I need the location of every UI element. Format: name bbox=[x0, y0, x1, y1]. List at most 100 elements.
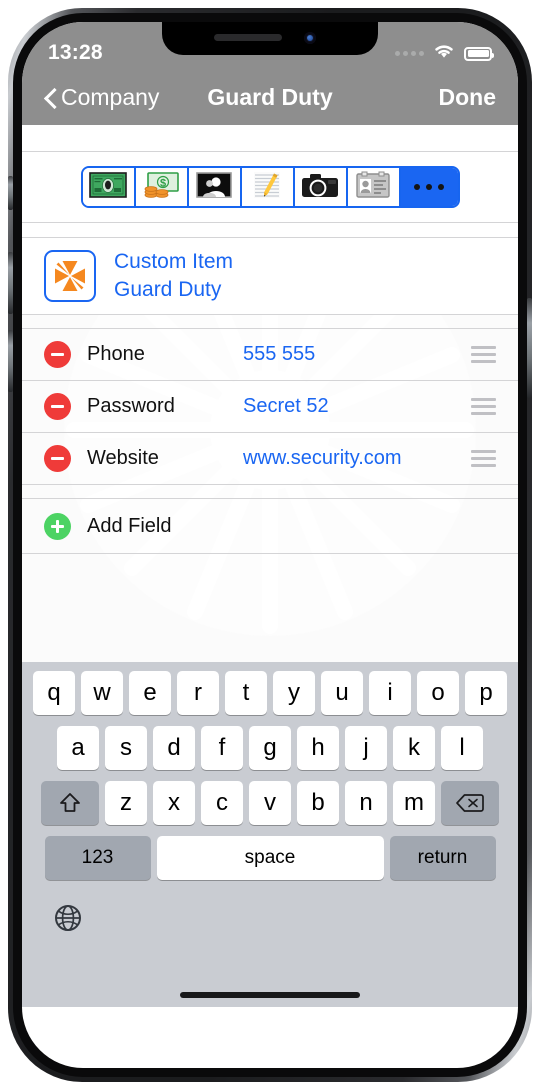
status-time: 13:28 bbox=[48, 41, 103, 64]
navigation-bar: Company Guard Duty Done bbox=[22, 70, 518, 125]
key-f[interactable]: f bbox=[201, 726, 243, 770]
key-w[interactable]: w bbox=[81, 671, 123, 715]
camera-icon bbox=[301, 172, 339, 203]
banknote-portrait-icon bbox=[89, 171, 127, 203]
minus-circle-icon[interactable] bbox=[44, 393, 71, 420]
signal-dots-icon bbox=[395, 51, 424, 56]
table-row[interactable]: Website www.security.com bbox=[22, 433, 518, 484]
more-dots-icon bbox=[414, 184, 444, 190]
segment-portrait-photo[interactable] bbox=[188, 168, 242, 206]
key-x[interactable]: x bbox=[153, 781, 195, 825]
key-j[interactable]: j bbox=[345, 726, 387, 770]
field-label: Website bbox=[87, 447, 159, 469]
key-d[interactable]: d bbox=[153, 726, 195, 770]
key-g[interactable]: g bbox=[249, 726, 291, 770]
minus-circle-icon[interactable] bbox=[44, 341, 71, 368]
divider bbox=[22, 553, 518, 554]
power-button[interactable] bbox=[527, 298, 532, 398]
field-value[interactable]: Secret 52 bbox=[243, 395, 455, 418]
add-field-label: Add Field bbox=[87, 514, 172, 537]
key-h[interactable]: h bbox=[297, 726, 339, 770]
backspace-key[interactable] bbox=[441, 781, 499, 825]
cash-coins-icon: $ bbox=[142, 171, 180, 204]
key-z[interactable]: z bbox=[105, 781, 147, 825]
key-n[interactable]: n bbox=[345, 781, 387, 825]
key-b[interactable]: b bbox=[297, 781, 339, 825]
key-q[interactable]: q bbox=[33, 671, 75, 715]
home-indicator[interactable] bbox=[180, 992, 360, 998]
custom-item-type: Custom Item bbox=[114, 250, 234, 273]
category-toolbar: $ bbox=[22, 152, 518, 222]
page-title: Guard Duty bbox=[207, 84, 333, 110]
field-label: Phone bbox=[87, 343, 145, 365]
numbers-key[interactable]: 123 bbox=[44, 836, 151, 880]
key-s[interactable]: s bbox=[105, 726, 147, 770]
minus-circle-icon[interactable] bbox=[44, 445, 71, 472]
reorder-handle-icon[interactable] bbox=[471, 398, 496, 415]
segment-cash-coins[interactable]: $ bbox=[135, 168, 189, 206]
front-camera bbox=[304, 32, 316, 44]
backspace-icon bbox=[455, 792, 485, 814]
table-row[interactable]: Phone 555 555 bbox=[22, 329, 518, 380]
segment-notepad-pencil[interactable] bbox=[241, 168, 295, 206]
shift-key[interactable] bbox=[41, 781, 99, 825]
phone-screen: 13:28 Company Guard Duty Done $ Custom I… bbox=[22, 22, 518, 1068]
globe-icon[interactable] bbox=[51, 901, 85, 940]
volume-up-button[interactable] bbox=[8, 252, 13, 314]
key-v[interactable]: v bbox=[249, 781, 291, 825]
reorder-handle-icon[interactable] bbox=[471, 450, 496, 467]
spacer bbox=[22, 223, 518, 237]
id-card-icon bbox=[355, 171, 391, 204]
field-value[interactable]: www.security.com bbox=[243, 447, 455, 470]
key-u[interactable]: u bbox=[321, 671, 363, 715]
key-e[interactable]: e bbox=[129, 671, 171, 715]
svg-text:$: $ bbox=[160, 177, 166, 189]
key-o[interactable]: o bbox=[417, 671, 459, 715]
custom-item-labels: Custom Item Guard Duty bbox=[114, 250, 233, 302]
key-m[interactable]: m bbox=[393, 781, 435, 825]
reorder-handle-icon[interactable] bbox=[471, 346, 496, 363]
field-label: Password bbox=[87, 395, 175, 417]
segmented-control[interactable]: $ bbox=[80, 166, 460, 208]
segment-banknote-portrait[interactable] bbox=[82, 168, 136, 206]
orange-pinwheel-icon bbox=[44, 250, 96, 302]
phone-frame: 13:28 Company Guard Duty Done $ Custom I… bbox=[8, 8, 532, 1082]
content-top-spacer bbox=[22, 125, 518, 151]
key-y[interactable]: y bbox=[273, 671, 315, 715]
key-c[interactable]: c bbox=[201, 781, 243, 825]
table-row[interactable]: Password Secret 52 bbox=[22, 381, 518, 432]
segment-camera[interactable] bbox=[294, 168, 348, 206]
notepad-pencil-icon bbox=[250, 171, 284, 204]
wifi-icon bbox=[432, 42, 456, 65]
earpiece-speaker bbox=[214, 34, 282, 41]
add-field-button[interactable]: Add Field bbox=[22, 499, 518, 553]
keyboard-row-2: a s d f g h j k l bbox=[25, 726, 515, 770]
field-value[interactable]: 555 555 bbox=[243, 343, 455, 366]
key-r[interactable]: r bbox=[177, 671, 219, 715]
portrait-photo-icon bbox=[196, 171, 232, 203]
keyboard-row-4: 123 space return bbox=[25, 836, 515, 880]
on-screen-keyboard: q w e r t y u i o p a s d f g h j k l z … bbox=[22, 662, 518, 1007]
segment-id-card[interactable] bbox=[347, 168, 401, 206]
segment-more[interactable] bbox=[400, 168, 458, 206]
notch bbox=[162, 22, 378, 55]
key-l[interactable]: l bbox=[441, 726, 483, 770]
volume-down-button[interactable] bbox=[8, 330, 13, 392]
status-indicators bbox=[395, 42, 494, 65]
silent-switch-button[interactable] bbox=[8, 176, 13, 210]
shift-arrow-icon bbox=[58, 791, 82, 815]
key-k[interactable]: k bbox=[393, 726, 435, 770]
phone-bezel: 13:28 Company Guard Duty Done $ Custom I… bbox=[13, 13, 527, 1077]
return-key[interactable]: return bbox=[389, 836, 496, 880]
space-key[interactable]: space bbox=[156, 836, 384, 880]
custom-item-header[interactable]: Custom Item Guard Duty bbox=[22, 238, 518, 314]
key-i[interactable]: i bbox=[369, 671, 411, 715]
key-t[interactable]: t bbox=[225, 671, 267, 715]
key-p[interactable]: p bbox=[465, 671, 507, 715]
back-button[interactable]: Company bbox=[44, 84, 159, 111]
key-a[interactable]: a bbox=[57, 726, 99, 770]
keyboard-bottom-bar bbox=[25, 888, 515, 946]
done-button[interactable]: Done bbox=[439, 84, 497, 111]
plus-circle-icon[interactable] bbox=[44, 512, 71, 540]
